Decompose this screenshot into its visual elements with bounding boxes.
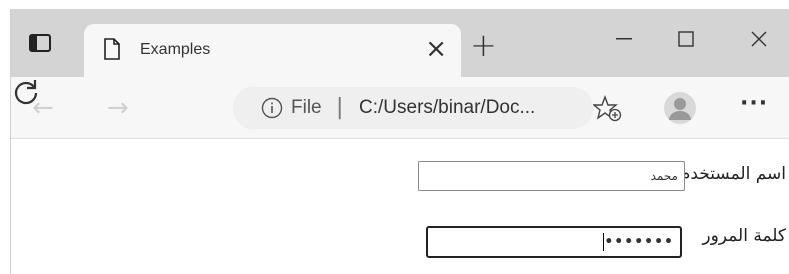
url-separator: |	[336, 95, 344, 120]
new-tab-button[interactable]: +	[470, 29, 497, 61]
browser-window: Examples × + ← → File | C:/Users/binar/D…	[10, 9, 789, 274]
forward-button[interactable]: →	[107, 93, 129, 123]
page-content: اسم المستخدم محمد كلمة المرور •••••••	[11, 139, 789, 274]
tab-examples[interactable]: Examples ×	[84, 24, 461, 77]
close-window-button[interactable]	[739, 19, 779, 59]
username-input[interactable]: محمد	[418, 161, 685, 191]
url-text[interactable]: C:/Users/binar/Doc...	[359, 97, 535, 119]
tab-title: Examples	[140, 41, 211, 58]
back-button[interactable]: ←	[32, 93, 54, 123]
username-value: محمد	[650, 169, 678, 183]
address-bar[interactable]: File | C:/Users/binar/Doc...	[233, 87, 593, 129]
scheme-label: File	[291, 97, 322, 118]
password-value: •••••••	[604, 234, 674, 250]
close-tab-icon[interactable]: ×	[425, 36, 447, 62]
password-label: كلمة المرور	[702, 226, 786, 246]
info-icon[interactable]	[261, 97, 283, 119]
address-toolbar: ← → File | C:/Users/binar/Doc... ···	[11, 77, 789, 139]
more-options-icon[interactable]: ···	[740, 91, 768, 116]
password-input[interactable]: •••••••	[426, 226, 682, 258]
profile-avatar-icon[interactable]	[663, 91, 697, 125]
minimize-button[interactable]	[604, 19, 644, 59]
text-caret	[603, 233, 605, 251]
page-icon	[103, 38, 121, 60]
tab-actions-icon[interactable]	[28, 33, 52, 53]
username-label: اسم المستخدم	[679, 164, 786, 184]
maximize-button[interactable]	[666, 19, 706, 59]
title-bar: Examples × +	[11, 9, 789, 77]
favorites-add-icon[interactable]	[592, 95, 623, 123]
